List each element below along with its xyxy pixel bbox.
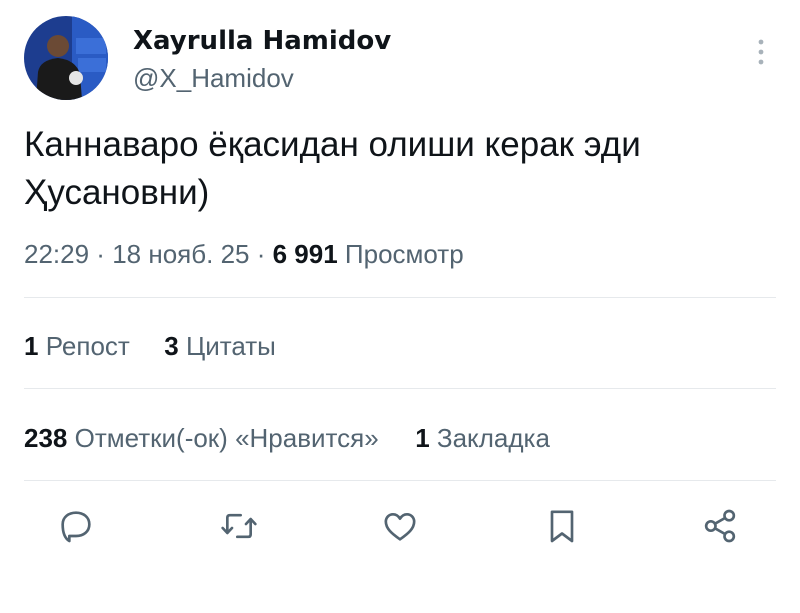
tweet-time[interactable]: 22:29 <box>24 239 89 269</box>
tweet-text: Каннаваро ёқасидан олиши керак эди Ҳусан… <box>24 125 641 212</box>
avatar[interactable] <box>24 16 108 100</box>
reposts-stat[interactable]: 1 Репост <box>24 329 130 363</box>
bookmark-button[interactable] <box>540 506 584 546</box>
stats-row-reposts: 1 Репост 3 Цитаты <box>24 329 276 363</box>
author-handle[interactable]: @X_Hamidov <box>133 61 294 95</box>
likes-label: Отметки(-ок) «Нравится» <box>74 423 379 453</box>
views-label: Просмотр <box>344 239 464 269</box>
divider <box>24 480 776 481</box>
reply-icon <box>61 511 91 543</box>
action-bar <box>0 506 800 546</box>
divider <box>24 297 776 298</box>
reposts-label: Репост <box>45 331 130 361</box>
like-icon <box>384 513 416 541</box>
bookmarks-label: Закладка <box>436 423 550 453</box>
quotes-label: Цитаты <box>185 331 276 361</box>
more-options-button[interactable] <box>746 34 776 70</box>
reply-button[interactable] <box>54 506 98 546</box>
views-count: 6 991 <box>272 239 338 269</box>
more-vertical-icon <box>758 39 764 65</box>
bookmarks-stat[interactable]: 1 Закладка <box>415 421 550 455</box>
tweet-date[interactable]: 18 нояб. 25 <box>112 239 249 269</box>
author-display-name[interactable]: Xayrulla Hamidov <box>133 24 391 58</box>
likes-stat[interactable]: 238 Отметки(-ок) «Нравится» <box>24 421 379 455</box>
bookmarks-count: 1 <box>415 423 430 453</box>
repost-icon <box>221 513 257 539</box>
divider <box>24 388 776 389</box>
reposts-count: 1 <box>24 331 39 361</box>
stats-row-likes: 238 Отметки(-ок) «Нравится» 1 Закладка <box>24 421 550 455</box>
quotes-count: 3 <box>164 331 179 361</box>
meta-separator: · <box>89 239 113 269</box>
like-button[interactable] <box>378 506 422 546</box>
share-button[interactable] <box>698 506 742 546</box>
likes-count: 238 <box>24 423 68 453</box>
quotes-stat[interactable]: 3 Цитаты <box>164 329 276 363</box>
repost-button[interactable] <box>217 506 261 546</box>
tweet-meta: 22:29 · 18 нояб. 25 · 6 991 Просмотр <box>24 237 464 271</box>
bookmark-icon <box>550 510 574 543</box>
meta-separator: · <box>249 239 273 269</box>
share-icon <box>704 509 736 543</box>
